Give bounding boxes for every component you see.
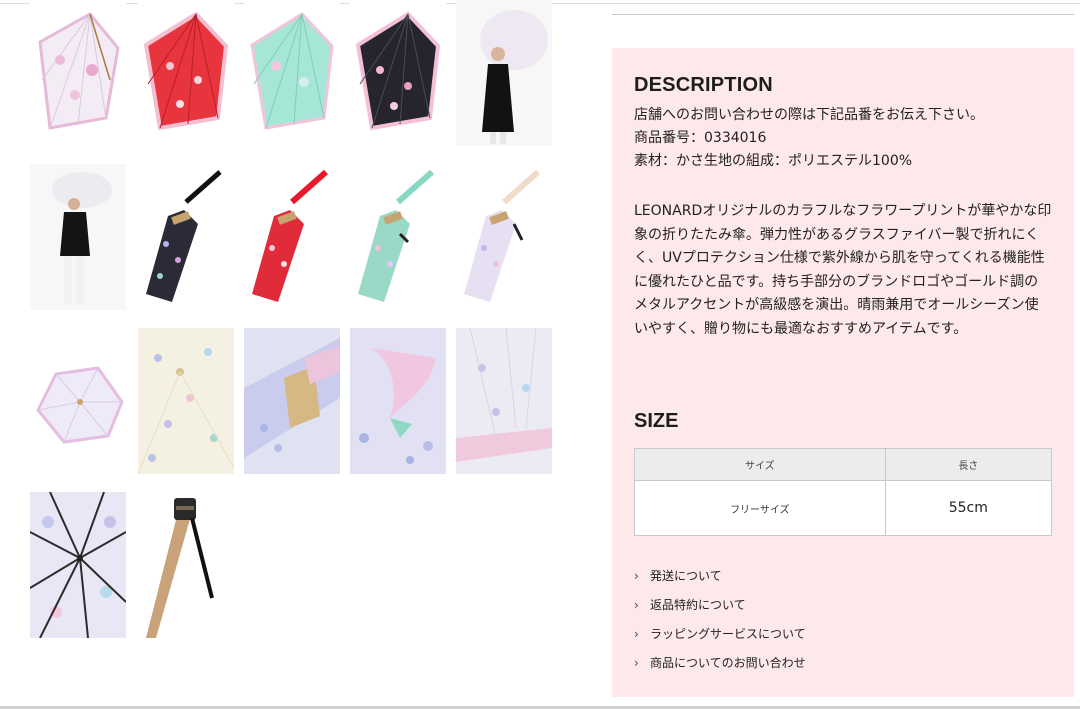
return-policy-link[interactable]: › 返品特約について — [634, 596, 746, 613]
thumbnail-1[interactable] — [30, 0, 126, 146]
panel-top-divider — [612, 14, 1074, 15]
chevron-right-icon: › — [634, 655, 639, 670]
thumbnail-7[interactable] — [138, 164, 234, 310]
length-value: 55cm — [884, 480, 1053, 536]
description-heading: DESCRIPTION — [634, 74, 773, 96]
thumbnail-9[interactable] — [350, 164, 446, 310]
thumbnail-8[interactable] — [244, 164, 340, 310]
store-inquiry-note: 店舗へのお問い合わせの際は下記品番をお伝え下さい。 — [634, 107, 984, 123]
size-column-header: サイズ — [634, 447, 886, 482]
wrapping-service-link[interactable]: › ラッピングサービスについて — [634, 625, 806, 642]
link-label: 発送について — [650, 569, 722, 583]
link-label: ラッピングサービスについて — [650, 627, 806, 641]
thumbnail-5[interactable] — [456, 0, 552, 146]
shipping-info-link[interactable]: › 発送について — [634, 567, 722, 584]
thumbnail-12[interactable] — [138, 328, 234, 474]
thumbnail-13[interactable] — [244, 328, 340, 474]
product-inquiry-link[interactable]: › 商品についてのお問い合わせ — [634, 654, 806, 671]
chevron-right-icon: › — [634, 626, 639, 641]
thumbnail-2[interactable] — [138, 0, 234, 146]
chevron-right-icon: › — [634, 597, 639, 612]
size-table: サイズ 長さ フリーサイズ 55cm — [634, 447, 1053, 536]
product-image-gallery — [0, 0, 600, 709]
size-heading: SIZE — [634, 410, 679, 432]
product-info-panel: DESCRIPTION 店舗へのお問い合わせの際は下記品番をお伝え下さい。 商品… — [612, 48, 1074, 697]
chevron-right-icon: › — [634, 568, 639, 583]
link-label: 商品についてのお問い合わせ — [650, 656, 806, 670]
thumbnail-14[interactable] — [350, 328, 446, 474]
product-number: 商品番号：0334016 — [634, 130, 767, 146]
thumbnail-6[interactable] — [30, 164, 126, 310]
size-value: フリーサイズ — [634, 480, 886, 536]
thumbnail-11[interactable] — [30, 328, 126, 474]
description-text: LEONARDオリジナルのカラフルなフラワープリントが華やかな印象の折りたたみ傘… — [634, 203, 1052, 337]
thumbnail-4[interactable] — [350, 0, 446, 146]
material-info: 素材：かさ生地の組成：ポリエステル100% — [634, 153, 913, 169]
thumbnail-17[interactable] — [138, 492, 234, 638]
thumbnail-10[interactable] — [456, 164, 552, 310]
length-column-header: 長さ — [884, 447, 1053, 482]
link-label: 返品特約について — [650, 598, 746, 612]
thumbnail-15[interactable] — [456, 328, 552, 474]
thumbnail-3[interactable] — [244, 0, 340, 146]
thumbnail-16[interactable] — [30, 492, 126, 638]
